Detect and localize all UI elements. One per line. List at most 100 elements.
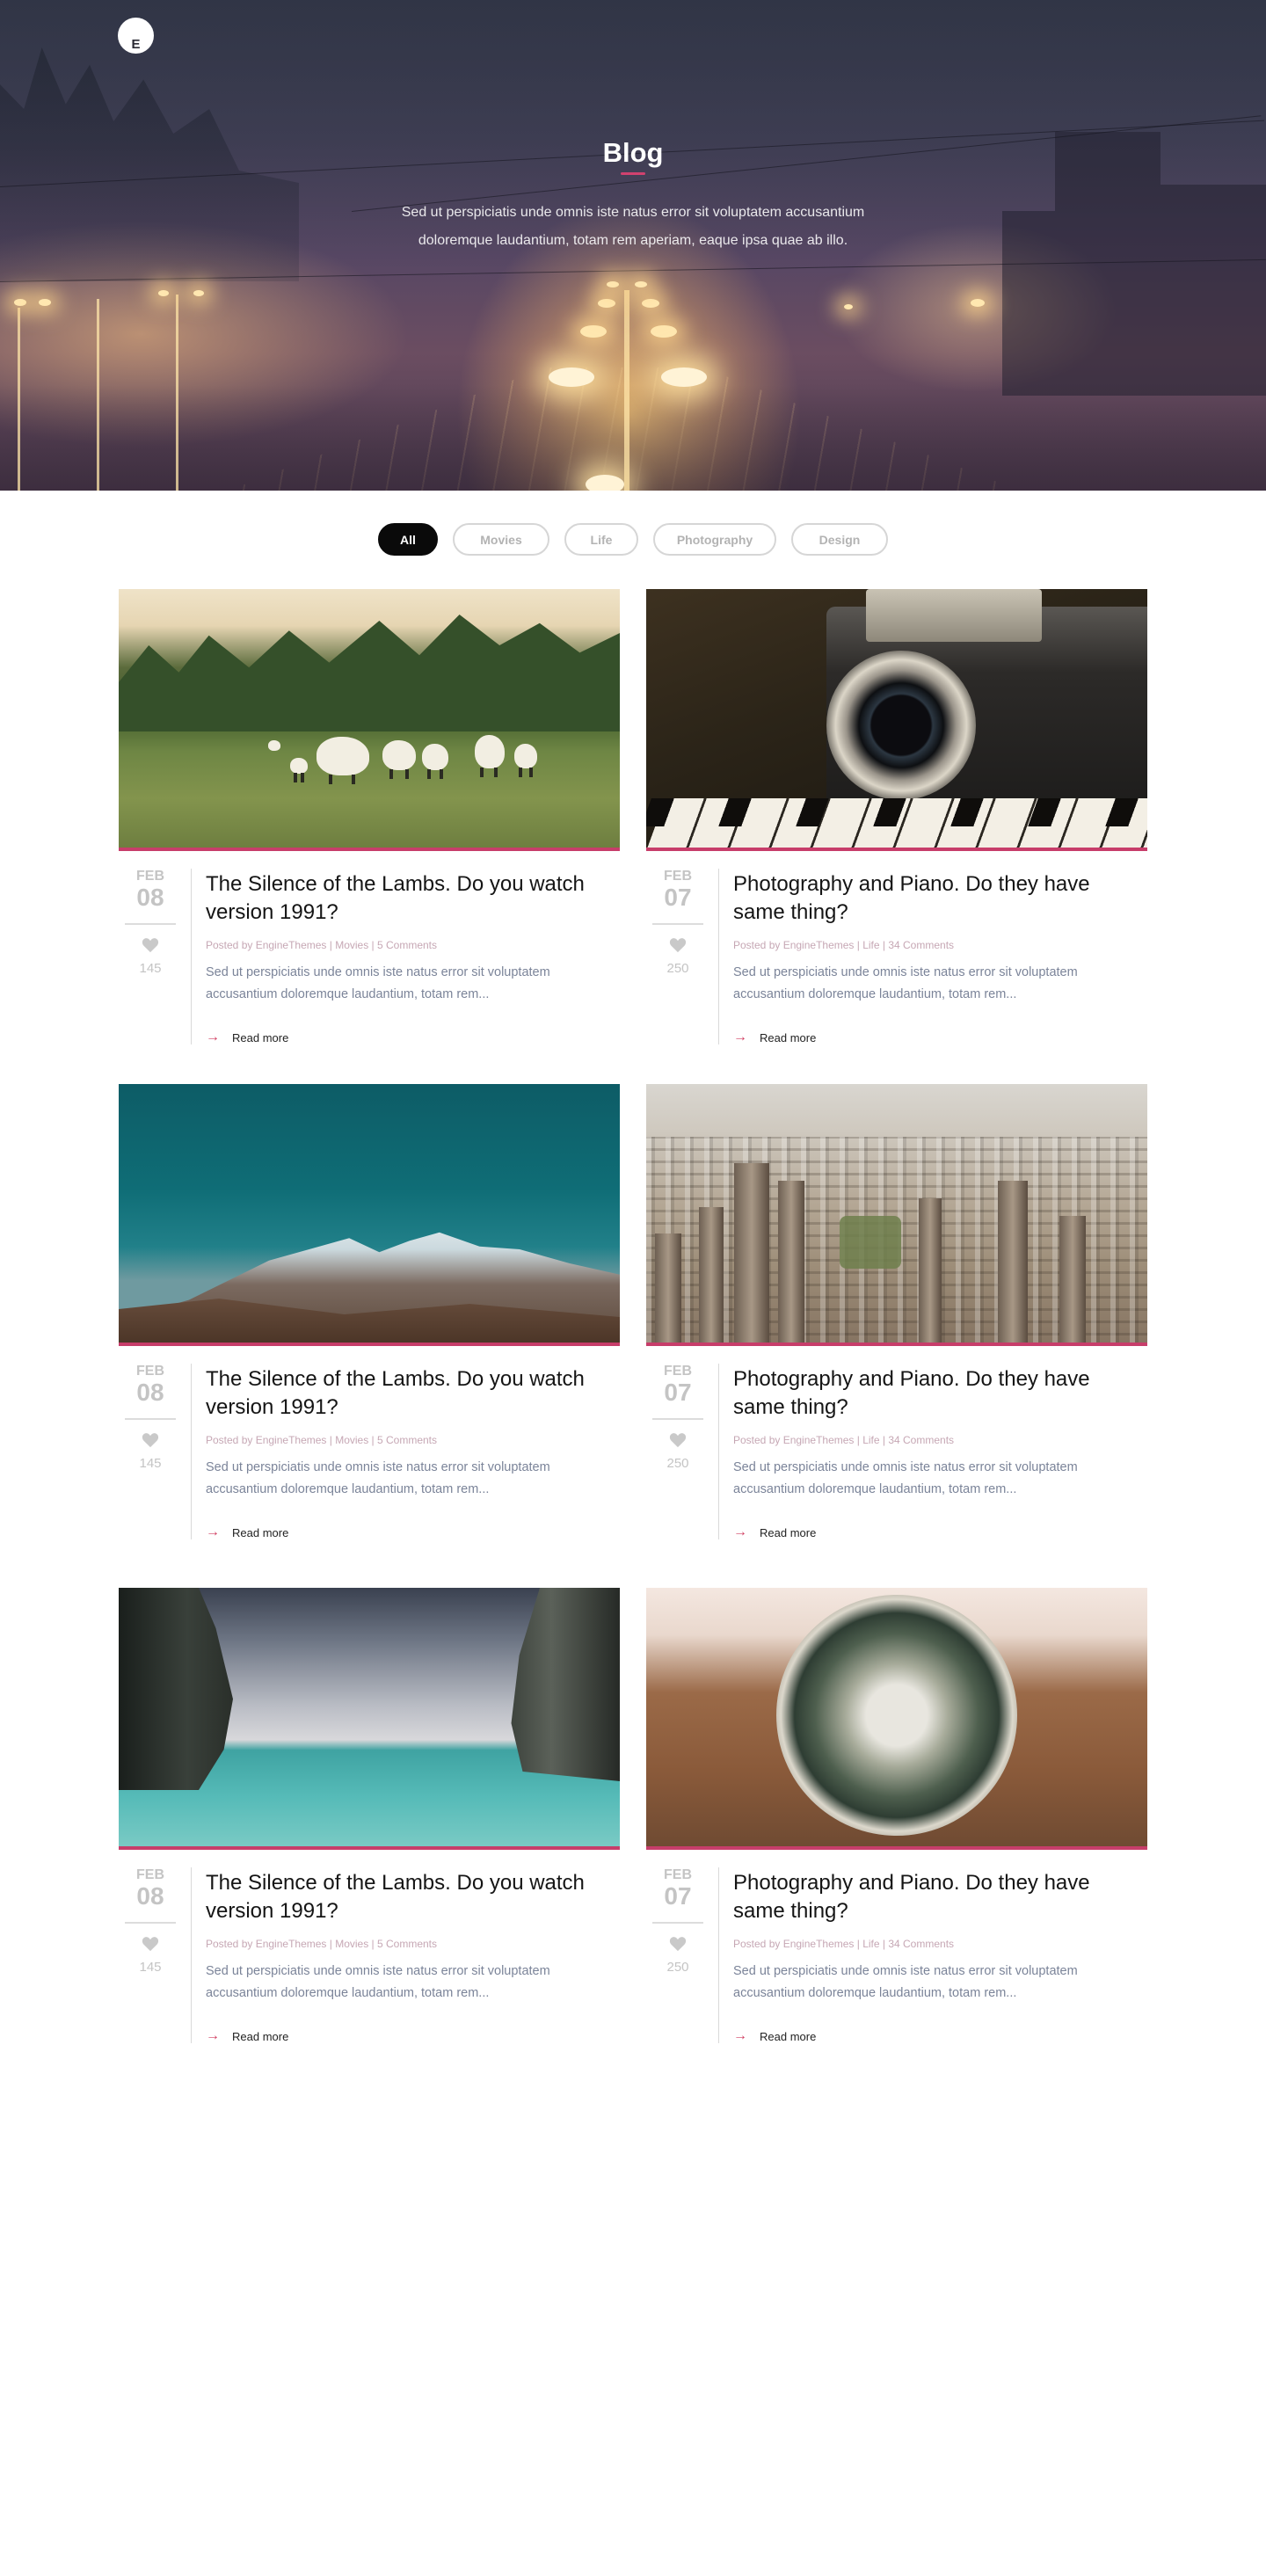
post-title[interactable]: The Silence of the Lambs. Do you watch v… (206, 1365, 601, 1422)
arrow-right-icon: → (733, 2028, 747, 2043)
post-likes: 145 (139, 1456, 162, 1471)
image-accent-bar (646, 1846, 1147, 1850)
post-likes: 250 (666, 1960, 689, 1975)
post-image-cactus[interactable] (646, 1588, 1147, 1850)
hero-lamp-pole (176, 295, 178, 491)
meta-divider (125, 1922, 176, 1924)
read-more-link[interactable]: → Read more (733, 2029, 816, 2043)
hero-lamp (661, 367, 707, 387)
post-meta: Posted by EngineThemes | Life | 34 Comme… (733, 1434, 955, 1446)
filter-all[interactable]: All (378, 523, 438, 556)
hero-ground (0, 385, 1266, 491)
post-day: 07 (664, 1379, 692, 1406)
post-excerpt: Sed ut perspiciatis unde omnis iste natu… (733, 965, 1078, 1001)
post-divider-line (191, 1867, 192, 2043)
meta-divider (652, 1922, 703, 1924)
post-likes: 145 (139, 1960, 162, 1975)
meta-divider (652, 923, 703, 925)
hero-lamp-pole (97, 299, 99, 491)
arrow-right-icon: → (206, 1524, 220, 1539)
filter-movies[interactable]: Movies (453, 523, 549, 556)
read-more-link[interactable]: → Read more (733, 1525, 816, 1539)
post-image-city[interactable] (646, 1084, 1147, 1346)
filter-design[interactable]: Design (791, 523, 888, 556)
post-date-likes: FEB 07 250 (646, 869, 709, 976)
read-more-link[interactable]: → Read more (206, 1030, 288, 1044)
post-excerpt: Sed ut perspiciatis unde omnis iste natu… (206, 1460, 550, 1496)
read-more-label: Read more (760, 2029, 817, 2043)
post-divider-line (718, 1364, 719, 1539)
post-meta: Posted by EngineThemes | Life | 34 Comme… (733, 1938, 955, 1950)
heart-icon[interactable] (142, 937, 159, 953)
arrow-right-icon: → (733, 1524, 747, 1539)
post-meta: Posted by EngineThemes | Movies | 5 Comm… (206, 1434, 438, 1446)
post-likes: 250 (666, 961, 689, 976)
post-meta: Posted by EngineThemes | Movies | 5 Comm… (206, 1938, 438, 1950)
post-title[interactable]: Photography and Piano. Do they have same… (733, 1365, 1129, 1422)
post-divider-line (718, 869, 719, 1044)
heart-icon[interactable] (669, 1936, 687, 1952)
image-accent-bar (646, 848, 1147, 851)
hero-lamp (580, 325, 607, 338)
post-title[interactable]: The Silence of the Lambs. Do you watch v… (206, 1869, 601, 1925)
arrow-right-icon: → (733, 1030, 747, 1044)
post-likes: 145 (139, 961, 162, 976)
post-meta: Posted by EngineThemes | Movies | 5 Comm… (206, 939, 438, 951)
heart-icon[interactable] (669, 937, 687, 953)
hero-lamp (158, 290, 169, 296)
post-excerpt: Sed ut perspiciatis unde omnis iste natu… (206, 1964, 550, 2000)
post-likes: 250 (666, 1456, 689, 1471)
post-title[interactable]: Photography and Piano. Do they have same… (733, 870, 1129, 927)
read-more-link[interactable]: → Read more (206, 1525, 288, 1539)
post-date-likes: FEB 07 250 (646, 1867, 709, 1975)
logo-letter: E (131, 37, 141, 52)
hero-lamp (635, 281, 647, 287)
hero-lamp-pole (624, 290, 629, 491)
post-meta: Posted by EngineThemes | Life | 34 Comme… (733, 939, 955, 951)
hero-lamp-pole (18, 308, 20, 491)
filter-life[interactable]: Life (564, 523, 638, 556)
post-card: FEB 07 250 Photography and Piano. Do the… (646, 1084, 1147, 1539)
hero-lamp (607, 281, 619, 287)
post-month: FEB (664, 869, 692, 884)
post-day: 08 (136, 1379, 164, 1406)
filter-photography[interactable]: Photography (653, 523, 776, 556)
read-more-link[interactable]: → Read more (206, 2029, 288, 2043)
post-card: FEB 07 250 Photography and Piano. Do the… (646, 1588, 1147, 2043)
post-excerpt: Sed ut perspiciatis unde omnis iste natu… (733, 1460, 1078, 1496)
hero-lamp (586, 475, 624, 491)
hero-lamp (651, 325, 677, 338)
page-subtitle: Sed ut perspiciatis unde omnis iste natu… (401, 205, 865, 248)
post-card: FEB 08 145 The Silence of the Lambs. Do … (119, 589, 620, 1044)
read-more-label: Read more (760, 1030, 817, 1044)
post-day: 08 (136, 1882, 164, 1910)
hero-lamp (971, 299, 985, 307)
post-date-likes: FEB 08 145 (119, 1867, 182, 1975)
meta-divider (652, 1418, 703, 1420)
read-more-label: Read more (232, 2029, 289, 2043)
post-divider-line (191, 1364, 192, 1539)
heart-icon[interactable] (142, 1936, 159, 1952)
image-accent-bar (119, 1343, 620, 1346)
read-more-label: Read more (232, 1030, 289, 1044)
post-title[interactable]: Photography and Piano. Do they have same… (733, 1869, 1129, 1925)
post-card: FEB 08 145 The Silence of the Lambs. Do … (119, 1588, 620, 2043)
image-accent-bar (119, 1846, 620, 1850)
post-image-sea-cliffs[interactable] (119, 1588, 620, 1850)
post-title[interactable]: The Silence of the Lambs. Do you watch v… (206, 870, 601, 927)
post-month: FEB (136, 1867, 164, 1882)
post-card: FEB 07 250 Photography and Piano. Do the… (646, 589, 1147, 1044)
hero-lamp (14, 299, 26, 306)
post-image-camera[interactable] (646, 589, 1147, 851)
heart-icon[interactable] (142, 1432, 159, 1448)
arrow-right-icon: → (206, 2028, 220, 2043)
site-logo[interactable]: E (118, 18, 154, 54)
post-date-likes: FEB 07 250 (646, 1364, 709, 1471)
post-image-sheep[interactable] (119, 589, 620, 851)
meta-divider (125, 1418, 176, 1420)
post-image-mountain[interactable] (119, 1084, 620, 1346)
heart-icon[interactable] (669, 1432, 687, 1448)
hero-banner: E Blog Sed ut perspiciatis unde omnis is… (0, 0, 1266, 491)
read-more-link[interactable]: → Read more (733, 1030, 816, 1044)
post-divider-line (718, 1867, 719, 2043)
